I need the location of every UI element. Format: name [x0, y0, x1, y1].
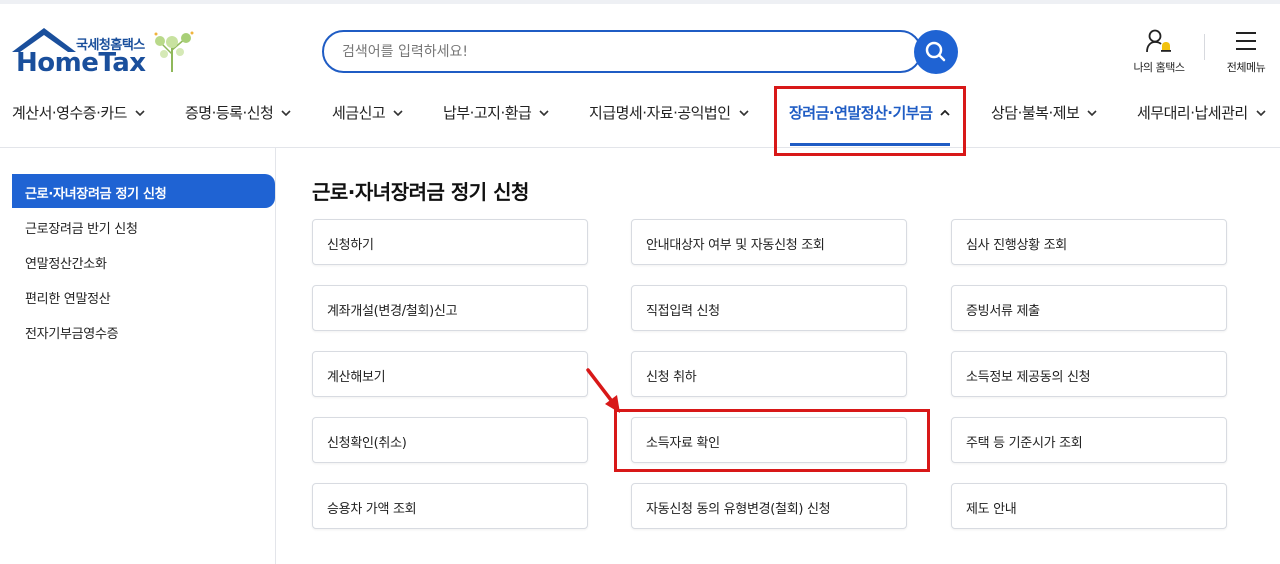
menu-card[interactable]: 주택 등 기준시가 조회	[951, 417, 1227, 463]
sidebar-item-regular-application[interactable]: 근로·자녀장려금 정기 신청	[12, 174, 275, 208]
user-bell-icon	[1146, 29, 1171, 53]
chevron-down-icon	[738, 110, 749, 116]
gnb-item-consulting[interactable]: 상담·불복·제보	[991, 102, 1097, 123]
gnb-item-receipts[interactable]: 계산서·영수증·카드	[12, 102, 145, 123]
sidebar-item-half-year-application[interactable]: 근로장려금 반기 신청	[12, 209, 275, 243]
menu-card[interactable]: 직접입력 신청	[631, 285, 907, 331]
chevron-down-icon	[393, 110, 403, 116]
search-icon	[925, 41, 946, 62]
menu-card[interactable]: 신청하기	[312, 219, 588, 265]
chevron-down-icon	[539, 110, 549, 116]
menu-card[interactable]: 계좌개설(변경/철회)신고	[312, 285, 588, 331]
sidebar-item-convenient-year-end[interactable]: 편리한 연말정산	[12, 279, 275, 313]
gnb-item-statements[interactable]: 지급명세·자료·공익법인	[589, 102, 749, 123]
sidebar-item-year-end-simplified[interactable]: 연말정산간소화	[12, 244, 275, 278]
chevron-down-icon	[1087, 110, 1097, 116]
menu-card[interactable]: 제도 안내	[951, 483, 1227, 529]
menu-card[interactable]: 승용차 가액 조회	[312, 483, 588, 529]
gnb-item-certificates[interactable]: 증명·등록·신청	[185, 102, 291, 123]
sidebar-item-donation-receipt[interactable]: 전자기부금영수증	[12, 314, 275, 348]
gnb-item-tax-agent[interactable]: 세무대리·납세관리	[1137, 102, 1266, 123]
hometax-logo[interactable]: 국세청홈택스 HomeTax	[10, 26, 210, 80]
gnb-item-label: 지급명세·자료·공익법인	[589, 104, 731, 122]
highlight-box-gnb	[774, 86, 966, 156]
red-arrow-icon	[586, 368, 620, 413]
menu-card[interactable]: 증빙서류 제출	[951, 285, 1227, 331]
my-hometax-button[interactable]: 나의 홈택스	[1124, 28, 1194, 75]
search-input[interactable]	[342, 41, 902, 63]
all-menu-label: 전체메뉴	[1226, 61, 1266, 74]
all-menu-button[interactable]: 전체메뉴	[1214, 28, 1278, 75]
gnb-item-tax-filing[interactable]: 세금신고	[332, 102, 403, 123]
menu-card[interactable]: 계산해보기	[312, 351, 588, 397]
menu-card[interactable]: 자동신청 동의 유형변경(철회) 신청	[631, 483, 907, 529]
gnb-item-label: 상담·불복·제보	[991, 104, 1080, 122]
logo-title: HomeTax	[16, 48, 146, 78]
menu-card[interactable]: 심사 진행상황 조회	[951, 219, 1227, 265]
header-divider	[1204, 34, 1205, 60]
menu-card[interactable]: 소득정보 제공동의 신청	[951, 351, 1227, 397]
search-button[interactable]	[914, 30, 958, 74]
gnb-item-label: 증명·등록·신청	[185, 104, 274, 122]
menu-card[interactable]: 신청 취하	[631, 351, 907, 397]
menu-card[interactable]: 신청확인(취소)	[312, 417, 588, 463]
highlight-box-card	[614, 409, 930, 472]
sidebar: 근로·자녀장려금 정기 신청 근로장려금 반기 신청 연말정산간소화 편리한 연…	[0, 148, 276, 564]
hamburger-icon	[1236, 32, 1256, 50]
search-box[interactable]	[322, 30, 922, 73]
chevron-down-icon	[135, 110, 145, 116]
gnb-item-label: 납부·고지·환급	[443, 104, 532, 122]
menu-card[interactable]: 안내대상자 여부 및 자동신청 조회	[631, 219, 907, 265]
page-title: 근로·자녀장려금 정기 신청	[312, 180, 529, 204]
global-nav: 계산서·영수증·카드 증명·등록·신청 세금신고 납부·고지·환급 지급명세·자…	[0, 90, 1280, 134]
chevron-down-icon	[281, 110, 291, 116]
my-hometax-label: 나의 홈택스	[1133, 61, 1185, 74]
tree-icon	[154, 31, 194, 72]
gnb-item-label: 세금신고	[332, 104, 386, 122]
top-strip	[0, 0, 1280, 4]
chevron-down-icon	[1256, 110, 1266, 116]
gnb-item-label: 계산서·영수증·카드	[12, 104, 127, 122]
gnb-item-label: 세무대리·납세관리	[1137, 104, 1248, 122]
gnb-item-payment[interactable]: 납부·고지·환급	[443, 102, 549, 123]
